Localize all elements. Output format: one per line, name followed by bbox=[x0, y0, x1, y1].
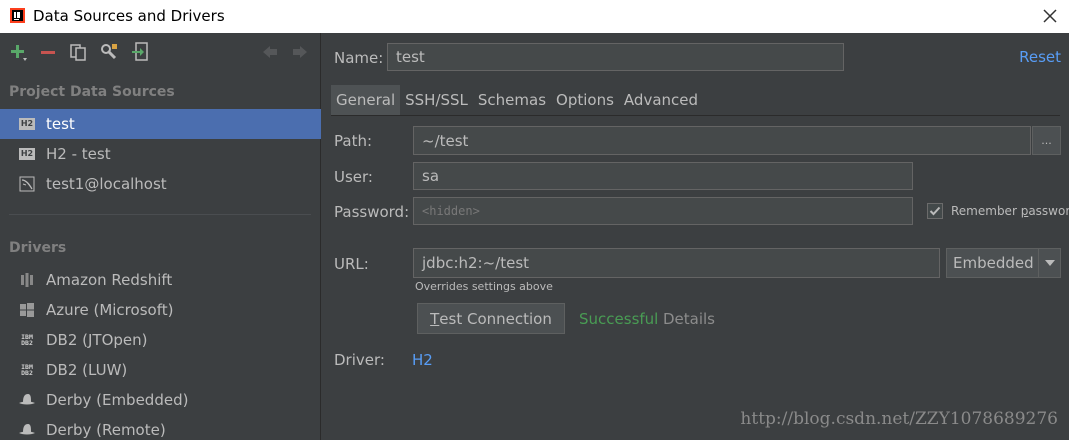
chevron-down-icon bbox=[1038, 249, 1060, 277]
url-input[interactable]: jdbc:h2:~/test bbox=[413, 248, 940, 278]
add-icon bbox=[11, 45, 27, 61]
driver-label-field: Driver: bbox=[334, 351, 385, 369]
tab-schemas[interactable]: Schemas bbox=[473, 85, 551, 115]
name-input[interactable]: test bbox=[387, 43, 844, 71]
data-source-item[interactable]: H2 H2 - test bbox=[0, 139, 321, 169]
back-arrow-icon bbox=[263, 46, 277, 58]
drivers-header: Drivers bbox=[9, 240, 67, 256]
data-source-label: test1@localhost bbox=[46, 175, 167, 193]
sidebar: Project Data Sources H2 test H2 H2 - tes… bbox=[0, 33, 321, 440]
h2-icon: H2 bbox=[18, 118, 36, 130]
driver-item[interactable]: IBM DB2 DB2 (JTOpen) bbox=[0, 325, 321, 355]
data-source-item[interactable]: H2 test bbox=[0, 109, 321, 139]
driver-item[interactable]: Derby (Remote) bbox=[0, 415, 321, 440]
watermark: http://blog.csdn.net/ZZY1078689276 bbox=[740, 409, 1058, 429]
import-button[interactable] bbox=[129, 41, 151, 63]
password-label: Password: bbox=[334, 203, 410, 221]
driver-label: DB2 (JTOpen) bbox=[46, 331, 148, 349]
remember-password-label[interactable]: Remember password bbox=[951, 204, 1069, 218]
remember-password-checkbox[interactable] bbox=[927, 203, 943, 219]
tab-advanced[interactable]: Advanced bbox=[619, 85, 703, 115]
close-button[interactable] bbox=[1038, 4, 1062, 28]
test-connection-button[interactable]: Test Connection bbox=[417, 303, 565, 334]
window-title: Data Sources and Drivers bbox=[33, 7, 225, 25]
driver-label: Amazon Redshift bbox=[46, 271, 173, 289]
ibm-db2-icon: IBM DB2 bbox=[21, 332, 33, 347]
browse-button[interactable]: ... bbox=[1032, 126, 1061, 155]
path-label: Path: bbox=[334, 132, 373, 150]
redshift-icon bbox=[18, 272, 36, 288]
url-mode-value: Embedded bbox=[953, 254, 1034, 272]
driver-item[interactable]: Azure (Microsoft) bbox=[0, 295, 321, 325]
path-input[interactable]: ~/test bbox=[413, 126, 1031, 155]
mysql-icon bbox=[18, 176, 36, 192]
tab-ssh-ssl[interactable]: SSH/SSL bbox=[400, 85, 473, 115]
url-mode-select[interactable]: Embedded bbox=[946, 248, 1061, 278]
name-label: Name: bbox=[334, 49, 384, 67]
tab-bar: General SSH/SSL Schemas Options Advanced bbox=[331, 85, 703, 115]
data-source-item[interactable]: test1@localhost bbox=[0, 169, 321, 199]
tab-options[interactable]: Options bbox=[551, 85, 619, 115]
wrench-settings-icon bbox=[101, 44, 117, 60]
copy-icon bbox=[70, 44, 86, 61]
url-hint: Overrides settings above bbox=[415, 280, 553, 293]
import-icon bbox=[132, 42, 148, 61]
remove-button[interactable] bbox=[37, 41, 59, 63]
tab-general[interactable]: General bbox=[331, 85, 401, 115]
connection-status: Successful bbox=[579, 310, 659, 328]
tab-underline bbox=[331, 115, 1060, 116]
checkmark-icon bbox=[929, 206, 941, 216]
title-bar: Data Sources and Drivers bbox=[0, 0, 1069, 33]
driver-item[interactable]: IBM DB2 DB2 (LUW) bbox=[0, 355, 321, 385]
back-button[interactable] bbox=[259, 41, 281, 63]
driver-link[interactable]: H2 bbox=[412, 351, 433, 369]
windows-icon bbox=[18, 302, 36, 318]
driver-label: Azure (Microsoft) bbox=[46, 301, 174, 319]
reset-link[interactable]: Reset bbox=[1019, 48, 1061, 66]
project-data-sources-header: Project Data Sources bbox=[9, 84, 175, 100]
derby-hat-icon bbox=[18, 422, 36, 438]
copy-button[interactable] bbox=[67, 41, 89, 63]
password-input[interactable]: <hidden> bbox=[413, 197, 913, 225]
remove-icon bbox=[41, 51, 55, 54]
data-source-label: H2 - test bbox=[46, 145, 111, 163]
settings-button[interactable] bbox=[98, 41, 120, 63]
forward-arrow-icon bbox=[293, 46, 307, 58]
data-source-form: Name: test Reset General SSH/SSL Schemas… bbox=[322, 33, 1069, 440]
url-label: URL: bbox=[334, 255, 369, 273]
ibm-db2-icon: IBM DB2 bbox=[21, 362, 33, 377]
driver-item[interactable]: Amazon Redshift bbox=[0, 265, 321, 295]
driver-label: DB2 (LUW) bbox=[46, 361, 128, 379]
driver-item[interactable]: Derby (Embedded) bbox=[0, 385, 321, 415]
derby-hat-icon bbox=[18, 392, 36, 408]
sidebar-toolbar bbox=[0, 33, 321, 71]
add-button[interactable] bbox=[7, 41, 29, 63]
data-source-label: test bbox=[46, 115, 75, 133]
close-icon bbox=[1043, 9, 1057, 23]
sidebar-divider bbox=[9, 214, 311, 215]
driver-label: Derby (Remote) bbox=[46, 421, 166, 439]
forward-button[interactable] bbox=[289, 41, 311, 63]
driver-label: Derby (Embedded) bbox=[46, 391, 189, 409]
details-link[interactable]: Details bbox=[663, 310, 715, 328]
user-label: User: bbox=[334, 168, 373, 186]
intellij-app-icon bbox=[10, 8, 25, 23]
user-input[interactable]: sa bbox=[413, 162, 913, 190]
h2-icon: H2 bbox=[18, 148, 36, 160]
